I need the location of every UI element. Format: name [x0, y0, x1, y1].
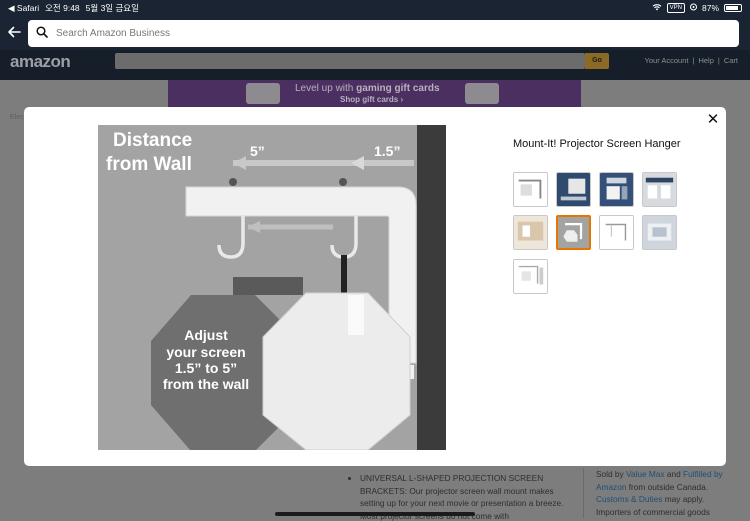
- nav-help[interactable]: Help: [698, 56, 713, 65]
- adjust-line-1: Adjust: [184, 327, 228, 343]
- home-indicator[interactable]: [275, 512, 475, 516]
- thumbnail-6[interactable]: [556, 215, 591, 250]
- thumbnail-7[interactable]: [599, 215, 634, 250]
- image-gallery-modal: ✕ Distance from Wall 5” 1.5” Adjust your…: [24, 107, 726, 466]
- nav-separator: |: [692, 56, 695, 65]
- customs-link[interactable]: Customs & Duties: [596, 494, 662, 504]
- status-time: 오전 9:48: [45, 3, 80, 13]
- wall-graphic: [417, 125, 446, 450]
- vpn-badge: VPN: [666, 3, 685, 13]
- nav-separator: |: [717, 56, 720, 65]
- thumbnail-9[interactable]: [513, 259, 548, 294]
- location-icon: [689, 3, 697, 13]
- gift-card-banner[interactable]: Level up with gaming gift cards Shop gif…: [168, 80, 581, 107]
- thumbnail-2[interactable]: [556, 172, 591, 207]
- thumbnail-4[interactable]: [642, 172, 677, 207]
- safari-address-bar: [0, 16, 750, 50]
- nav-cart[interactable]: Cart: [724, 56, 738, 65]
- banner-title: Level up with gaming gift cards: [295, 83, 440, 94]
- breadcrumb[interactable]: Elec: [10, 114, 24, 121]
- main-product-image[interactable]: Distance from Wall 5” 1.5” Adjust your s…: [98, 125, 446, 450]
- label-5-inch: 5”: [250, 143, 265, 159]
- heading-line-1: Distance: [113, 130, 192, 151]
- seller-info: Sold by Value Max and Fulfilled by Amazo…: [583, 468, 743, 518]
- amazon-search-field[interactable]: [115, 53, 585, 69]
- back-arrow-icon[interactable]: [4, 24, 24, 44]
- product-title: Mount-It! Projector Screen Hanger: [513, 138, 681, 150]
- app-store-badge: [246, 83, 280, 104]
- amazon-header: amazon Go Your Account | Help | Cart: [0, 50, 750, 80]
- adjust-line-4: from the wall: [163, 376, 249, 392]
- seller-link[interactable]: Value Max: [626, 469, 665, 479]
- close-icon[interactable]: ✕: [704, 111, 722, 129]
- wifi-icon: [652, 3, 662, 13]
- back-to-safari-link[interactable]: ◀ Safari: [8, 3, 39, 14]
- ios-status-bar: ◀ Safari 오전 9:48 5월 3일 금요일 VPN 87%: [0, 0, 750, 16]
- status-date: 5월 3일 금요일: [85, 3, 139, 13]
- search-icon: [36, 25, 48, 43]
- thumbnail-5[interactable]: [513, 215, 548, 250]
- thumbnail-1[interactable]: [513, 172, 548, 207]
- octagon-light: [262, 292, 411, 450]
- amazon-top-nav: Your Account | Help | Cart: [645, 56, 738, 65]
- adjust-line-3: 1.5” to 5”: [175, 360, 237, 376]
- battery-percent: 87%: [701, 3, 719, 13]
- amazon-logo[interactable]: amazon: [10, 52, 71, 72]
- label-1-5-inch: 1.5”: [374, 143, 400, 159]
- adjust-line-2: your screen: [166, 344, 245, 360]
- thumbnail-3[interactable]: [599, 172, 634, 207]
- search-bar[interactable]: [28, 20, 739, 47]
- nav-your-account[interactable]: Your Account: [645, 56, 689, 65]
- search-input[interactable]: [56, 28, 696, 39]
- banner-cta[interactable]: Shop gift cards ›: [340, 95, 403, 104]
- battery-icon: [724, 4, 742, 12]
- heading-line-2: from Wall: [106, 154, 192, 175]
- amazon-go-button[interactable]: Go: [585, 53, 609, 69]
- google-play-badge: [465, 83, 499, 104]
- thumbnail-8[interactable]: [642, 215, 677, 250]
